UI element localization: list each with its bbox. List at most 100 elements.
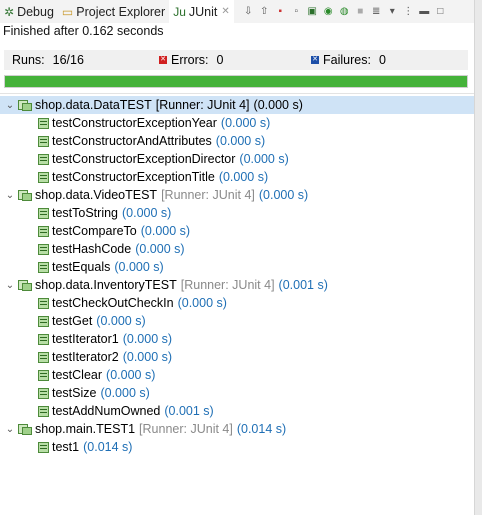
- progress-fill: [5, 76, 467, 87]
- tab-label: Project Explorer: [76, 4, 166, 19]
- test-case-icon: [37, 333, 50, 346]
- error-icon: ✕: [159, 56, 167, 64]
- test-case-time: (0.000 s): [140, 224, 191, 238]
- run-status: Finished after 0.162 seconds: [3, 24, 164, 38]
- next-failure-icon[interactable]: ⇩: [242, 5, 255, 18]
- test-case-row[interactable]: testCheckOutCheckIn (0.000 s): [0, 294, 474, 312]
- test-case-name: testConstructorExceptionYear: [52, 116, 217, 130]
- runs-label: Runs:: [12, 53, 45, 67]
- errors-label: Errors:: [171, 53, 209, 67]
- suite-name: shop.main.TEST1: [35, 422, 136, 436]
- test-case-row[interactable]: testEquals (0.000 s): [0, 258, 474, 276]
- show-failures-only-icon[interactable]: ▪: [274, 5, 287, 18]
- minimize-icon[interactable]: ▬: [418, 5, 431, 18]
- test-case-time: (0.000 s): [220, 116, 271, 130]
- previous-failure-icon[interactable]: ⇧: [258, 5, 271, 18]
- suite-name: shop.data.InventoryTEST: [35, 278, 177, 292]
- test-case-row[interactable]: testGet (0.000 s): [0, 312, 474, 330]
- suite-row[interactable]: ⌄ shop.data.InventoryTEST [Runner: JUnit 4…: [0, 276, 474, 294]
- test-case-row[interactable]: testClear (0.000 s): [0, 366, 474, 384]
- history-icon[interactable]: ≣: [370, 5, 383, 18]
- test-suite-icon: [18, 279, 33, 292]
- test-case-row[interactable]: testSize (0.000 s): [0, 384, 474, 402]
- test-case-row[interactable]: testConstructorExceptionYear (0.000 s): [0, 114, 474, 132]
- errors-value: 0: [216, 53, 224, 67]
- test-case-icon: [37, 369, 50, 382]
- counter-panel: Runs: 16/16 ✕ Errors: 0 ✕ Failures: 0: [4, 50, 468, 70]
- tab-project-explorer[interactable]: ▭ Project Explorer: [58, 0, 169, 23]
- divider: [0, 93, 474, 94]
- chevron-down-icon[interactable]: ▾: [386, 5, 399, 18]
- test-case-row[interactable]: testIterator2 (0.000 s): [0, 348, 474, 366]
- show-skipped-icon[interactable]: ▫: [290, 5, 303, 18]
- rerun-failed-first-icon[interactable]: ◍: [338, 5, 351, 18]
- test-case-name: testConstructorAndAttributes: [52, 134, 212, 148]
- test-suite-icon: [18, 189, 33, 202]
- tab-label: Debug: [17, 4, 54, 19]
- test-case-name: testClear: [52, 368, 103, 382]
- test-case-name: testCompareTo: [52, 224, 137, 238]
- test-case-row[interactable]: testIterator1 (0.000 s): [0, 330, 474, 348]
- test-case-time: (0.001 s): [164, 404, 214, 418]
- test-case-time: (0.000 s): [96, 314, 146, 328]
- test-case-row[interactable]: testHashCode (0.000 s): [0, 240, 474, 258]
- rerun-test-icon[interactable]: ◉: [322, 5, 335, 18]
- test-case-icon: [37, 315, 50, 328]
- suite-time: (0.014 s): [236, 422, 287, 436]
- test-case-time: (0.000 s): [100, 386, 150, 400]
- test-case-icon: [37, 297, 50, 310]
- test-case-name: test1: [52, 440, 80, 454]
- test-case-row[interactable]: test1 (0.014 s): [0, 438, 474, 456]
- scroll-lock-icon[interactable]: ▣: [306, 5, 319, 18]
- failure-icon: ✕: [311, 56, 319, 64]
- stop-icon[interactable]: ■: [354, 5, 367, 18]
- chevron-down-icon[interactable]: ⌄: [4, 99, 16, 111]
- test-case-icon: [37, 387, 50, 400]
- test-case-name: testAddNumOwned: [52, 404, 161, 418]
- junit-toolbar: ⇩ ⇧ ▪ ▫ ▣ ◉ ◍ ■ ≣ ▾ ⋮ ▬ □: [242, 5, 447, 18]
- chevron-down-icon[interactable]: ⌄: [4, 423, 16, 435]
- test-case-name: testGet: [52, 314, 93, 328]
- view-menu-icon[interactable]: ⋮: [402, 5, 415, 18]
- test-case-time: (0.000 s): [114, 260, 164, 274]
- suite-name: shop.data.DataTEST: [35, 98, 152, 112]
- test-case-icon: [37, 207, 50, 220]
- errors-counter: ✕ Errors: 0: [159, 53, 223, 67]
- test-case-name: testSize: [52, 386, 97, 400]
- test-case-icon: [37, 261, 50, 274]
- chevron-down-icon[interactable]: ⌄: [4, 189, 16, 201]
- test-case-row[interactable]: testConstructorExceptionTitle (0.000 s): [0, 168, 474, 186]
- debug-icon: ✲: [4, 4, 15, 19]
- test-case-name: testConstructorExceptionDirector: [52, 152, 236, 166]
- test-case-row[interactable]: testCompareTo (0.000 s): [0, 222, 474, 240]
- suite-runner: [Runner: JUnit 4]: [180, 278, 275, 292]
- tab-debug[interactable]: ✲ Debug: [0, 0, 58, 23]
- suite-row[interactable]: ⌄ shop.data.VideoTEST [Runner: JUnit 4] (0.…: [0, 186, 474, 204]
- suite-time: (0.001 s): [278, 278, 328, 292]
- test-case-name: testHashCode: [52, 242, 132, 256]
- chevron-down-icon[interactable]: ⌄: [4, 279, 16, 291]
- test-case-row[interactable]: testToString (0.000 s): [0, 204, 474, 222]
- test-case-time: (0.000 s): [122, 350, 173, 364]
- tab-label: JUnit: [188, 4, 218, 19]
- failures-value: 0: [378, 53, 386, 67]
- test-tree[interactable]: ⌄ shop.data.DataTEST [Runner: JUnit 4] (0.0…: [0, 96, 474, 456]
- test-case-name: testCheckOutCheckIn: [52, 296, 174, 310]
- failures-label: Failures:: [323, 53, 371, 67]
- suite-row[interactable]: ⌄ shop.data.DataTEST [Runner: JUnit 4] (0.0…: [0, 96, 474, 114]
- tab-junit[interactable]: Ju JUnit ✕: [169, 0, 234, 23]
- test-case-name: testConstructorExceptionTitle: [52, 170, 215, 184]
- maximize-icon[interactable]: □: [434, 5, 447, 18]
- suite-time: (0.000 s): [258, 188, 309, 202]
- test-case-row[interactable]: testConstructorExceptionDirector (0.000 s…: [0, 150, 474, 168]
- junit-icon: Ju: [173, 4, 186, 19]
- test-case-row[interactable]: testConstructorAndAttributes (0.000 s): [0, 132, 474, 150]
- test-case-time: (0.000 s): [218, 170, 269, 184]
- close-icon[interactable]: ✕: [221, 6, 229, 17]
- test-case-icon: [37, 171, 50, 184]
- test-case-time: (0.000 s): [215, 134, 266, 148]
- suite-runner: [Runner: JUnit 4]: [139, 422, 233, 436]
- test-case-icon: [37, 135, 50, 148]
- suite-row[interactable]: ⌄ shop.main.TEST1 [Runner: JUnit 4] (0.014 …: [0, 420, 474, 438]
- test-case-row[interactable]: testAddNumOwned (0.001 s): [0, 402, 474, 420]
